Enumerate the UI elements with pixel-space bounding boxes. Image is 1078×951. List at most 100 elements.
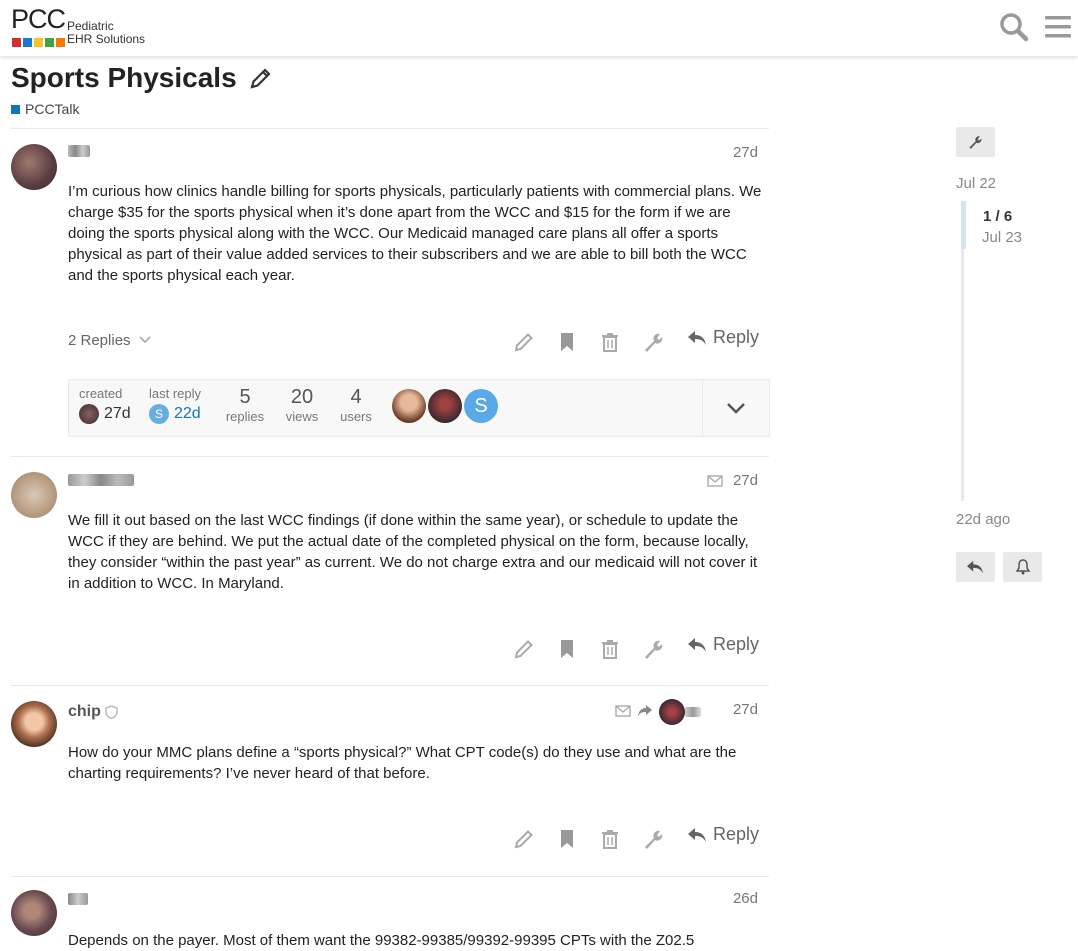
reply-button[interactable]: Reply bbox=[687, 634, 759, 655]
pencil-icon[interactable] bbox=[511, 826, 537, 852]
hamburger-menu-icon[interactable] bbox=[1042, 11, 1074, 43]
timeline-reply-button[interactable] bbox=[956, 552, 995, 582]
reply-icon bbox=[687, 637, 706, 652]
trash-icon[interactable] bbox=[597, 826, 623, 852]
wrench-icon[interactable] bbox=[640, 636, 666, 662]
reply-to-arrow-icon[interactable] bbox=[637, 704, 653, 718]
post-body: I’m curious how clinics handle billing f… bbox=[68, 183, 762, 284]
creator-avatar bbox=[79, 404, 99, 424]
wrench-icon bbox=[969, 136, 982, 149]
avatar[interactable] bbox=[11, 472, 57, 518]
bookmark-icon[interactable] bbox=[554, 329, 580, 355]
timeline-handle[interactable] bbox=[961, 201, 966, 249]
search-icon[interactable] bbox=[998, 11, 1030, 43]
post: chip 27d How do your MMC plans define a … bbox=[11, 699, 769, 873]
created-stat[interactable]: created 27d bbox=[79, 386, 131, 424]
pcc-logo[interactable]: PCC Pediatric EHR Solutions bbox=[11, 4, 151, 50]
replies-label: replies bbox=[225, 409, 265, 424]
post-actions: Reply bbox=[11, 634, 769, 664]
participant-avatar[interactable] bbox=[392, 389, 426, 423]
topic-map-expand-button[interactable] bbox=[702, 380, 769, 436]
last-reply-value: 22d bbox=[174, 405, 201, 422]
reply-icon bbox=[687, 827, 706, 842]
pencil-icon[interactable] bbox=[511, 329, 537, 355]
post-body: Depends on the payer. Most of them want … bbox=[68, 932, 695, 949]
topic-title[interactable]: Sports Physicals bbox=[11, 62, 237, 94]
bell-icon bbox=[1015, 559, 1031, 575]
post-date[interactable]: 27d bbox=[733, 472, 758, 489]
site-header: PCC Pediatric EHR Solutions bbox=[0, 0, 1078, 56]
reply-label: Reply bbox=[712, 634, 759, 654]
pencil-icon[interactable] bbox=[511, 636, 537, 662]
title-divider bbox=[11, 128, 769, 129]
replies-stat: 5 replies bbox=[225, 386, 265, 424]
username-blurred[interactable] bbox=[68, 473, 134, 491]
views-count: 20 bbox=[290, 386, 314, 408]
created-value: 27d bbox=[104, 405, 131, 422]
logo-wordmark: PCC bbox=[11, 4, 66, 34]
category-color-box bbox=[11, 104, 20, 114]
chevron-down-icon bbox=[139, 336, 151, 344]
wrench-icon[interactable] bbox=[640, 329, 666, 355]
replies-toggle-label: 2 Replies bbox=[68, 332, 131, 349]
topic-admin-button[interactable] bbox=[956, 127, 995, 157]
reply-label: Reply bbox=[712, 824, 759, 844]
shield-icon bbox=[105, 705, 118, 719]
category-badge[interactable]: PCCTalk bbox=[11, 101, 79, 117]
envelope-icon bbox=[707, 475, 723, 487]
timeline-end-date[interactable]: 22d ago bbox=[956, 511, 1010, 528]
replies-count: 5 bbox=[239, 386, 251, 408]
avatar[interactable] bbox=[11, 701, 57, 747]
logo-tagline: Pediatric EHR Solutions bbox=[67, 20, 145, 46]
topic-map: created 27d last reply S 22d 5 replies 2… bbox=[68, 379, 770, 437]
username-text: chip bbox=[68, 703, 101, 720]
username-blurred[interactable] bbox=[68, 144, 90, 162]
topic-title-area: Sports Physicals bbox=[11, 62, 273, 94]
wrench-icon[interactable] bbox=[640, 826, 666, 852]
users-count: 4 bbox=[350, 386, 362, 408]
timeline-start-date[interactable]: Jul 22 bbox=[956, 175, 996, 192]
envelope-icon bbox=[615, 705, 631, 717]
category-name: PCCTalk bbox=[25, 101, 80, 117]
avatar[interactable] bbox=[11, 144, 57, 190]
replies-toggle[interactable]: 2 Replies bbox=[68, 332, 151, 349]
reply-icon bbox=[687, 330, 706, 345]
trash-icon[interactable] bbox=[597, 636, 623, 662]
avatar[interactable] bbox=[11, 890, 57, 936]
post-divider bbox=[11, 876, 769, 877]
post-date[interactable]: 27d bbox=[733, 701, 758, 718]
reply-icon bbox=[967, 560, 983, 574]
timeline-progress-date: Jul 23 bbox=[982, 229, 1023, 246]
reply-button[interactable]: Reply bbox=[687, 824, 759, 845]
trash-icon[interactable] bbox=[597, 329, 623, 355]
bookmark-icon[interactable] bbox=[554, 636, 580, 662]
username-blurred[interactable] bbox=[68, 892, 88, 910]
last-reply-avatar: S bbox=[149, 404, 169, 424]
timeline-progress: 1 / 6 bbox=[983, 208, 1013, 225]
users-stat: 4 users bbox=[336, 386, 376, 424]
notifications-button[interactable] bbox=[1003, 552, 1042, 582]
users-label: users bbox=[340, 409, 372, 424]
post-actions: Reply bbox=[11, 824, 769, 854]
post-body: We fill it out based on the last WCC fin… bbox=[68, 512, 758, 592]
post-divider bbox=[11, 685, 769, 686]
reply-to-username-blurred[interactable] bbox=[685, 707, 701, 717]
post: 27d We fill it out based on the last WCC… bbox=[11, 472, 769, 682]
post-body: How do your MMC plans define a “sports p… bbox=[68, 744, 737, 782]
participant-avatar[interactable]: S bbox=[464, 389, 498, 423]
post-date[interactable]: 26d bbox=[733, 890, 758, 907]
username[interactable]: chip bbox=[68, 703, 118, 721]
reply-to-avatar[interactable] bbox=[659, 699, 685, 725]
logo-color-squares bbox=[12, 38, 65, 47]
last-reply-stat[interactable]: last reply S 22d bbox=[149, 386, 201, 424]
participant-avatar[interactable] bbox=[428, 389, 462, 423]
edit-title-pencil-icon[interactable] bbox=[249, 66, 273, 90]
post: 26d Depends on the payer. Most of them w… bbox=[11, 890, 769, 951]
reply-button[interactable]: Reply bbox=[687, 327, 759, 348]
views-label: views bbox=[285, 409, 319, 424]
bookmark-icon[interactable] bbox=[554, 826, 580, 852]
views-stat: 20 views bbox=[282, 386, 322, 424]
post: 27d I’m curious how clinics handle billi… bbox=[11, 144, 770, 454]
post-date[interactable]: 27d bbox=[733, 144, 758, 161]
created-label: created bbox=[79, 386, 123, 401]
